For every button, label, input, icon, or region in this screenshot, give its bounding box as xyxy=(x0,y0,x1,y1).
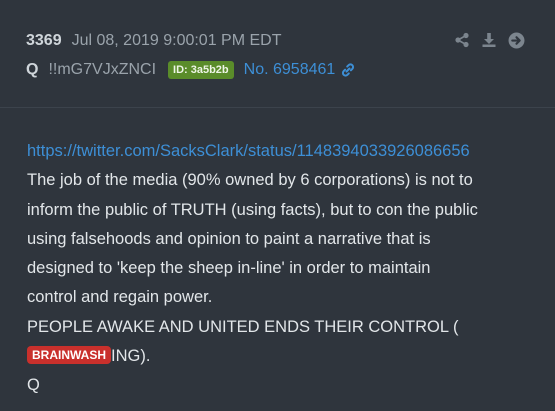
post-date: Jul 08, 2019 9:00:01 PM EDT xyxy=(71,32,282,49)
tripcode: !!mG7VJxZNCI xyxy=(48,61,157,78)
body-line: using falsehoods and opinion to paint a … xyxy=(27,229,431,248)
body-line: inform the public of TRUTH (using facts)… xyxy=(27,200,478,219)
body-line: designed to 'keep the sheep in-line' in … xyxy=(27,259,431,278)
post-number-link[interactable]: No. 6958461 xyxy=(244,61,336,79)
body-line: PEOPLE AWAKE AND UNITED ENDS THEIR CONTR… xyxy=(27,317,459,336)
body-line-suffix: ING). xyxy=(111,347,151,366)
signature: Q xyxy=(27,376,40,395)
body-line: control and regain power. xyxy=(27,288,213,307)
post-card: 3369 Jul 08, 2019 9:00:01 PM EDT Q !!mG7… xyxy=(0,0,555,411)
tweet-link[interactable]: https://twitter.com/SacksClark/status/11… xyxy=(27,142,470,160)
author-name: Q xyxy=(26,61,39,78)
body-line-with-badge: BRAINWASH ING). xyxy=(27,342,537,371)
arrow-circle-right-icon[interactable] xyxy=(507,31,525,49)
post-actions xyxy=(453,31,525,49)
download-icon[interactable] xyxy=(480,31,498,49)
post-meta-row: 3369 Jul 08, 2019 9:00:01 PM EDT xyxy=(26,30,282,52)
id-badge[interactable]: ID: 3a5b2b xyxy=(168,61,234,79)
post-body: https://twitter.com/SacksClark/status/11… xyxy=(27,137,537,401)
post-number: 3369 xyxy=(26,32,62,49)
post-header: 3369 Jul 08, 2019 9:00:01 PM EDT Q !!mG7… xyxy=(0,0,555,108)
share-icon[interactable] xyxy=(453,31,471,49)
body-line: The job of the media (90% owned by 6 cor… xyxy=(27,171,473,190)
brainwash-badge: BRAINWASH xyxy=(27,346,111,365)
link-icon[interactable] xyxy=(340,62,356,78)
post-author-row: Q !!mG7VJxZNCI ID: 3a5b2b No. 6958461 xyxy=(26,59,356,81)
